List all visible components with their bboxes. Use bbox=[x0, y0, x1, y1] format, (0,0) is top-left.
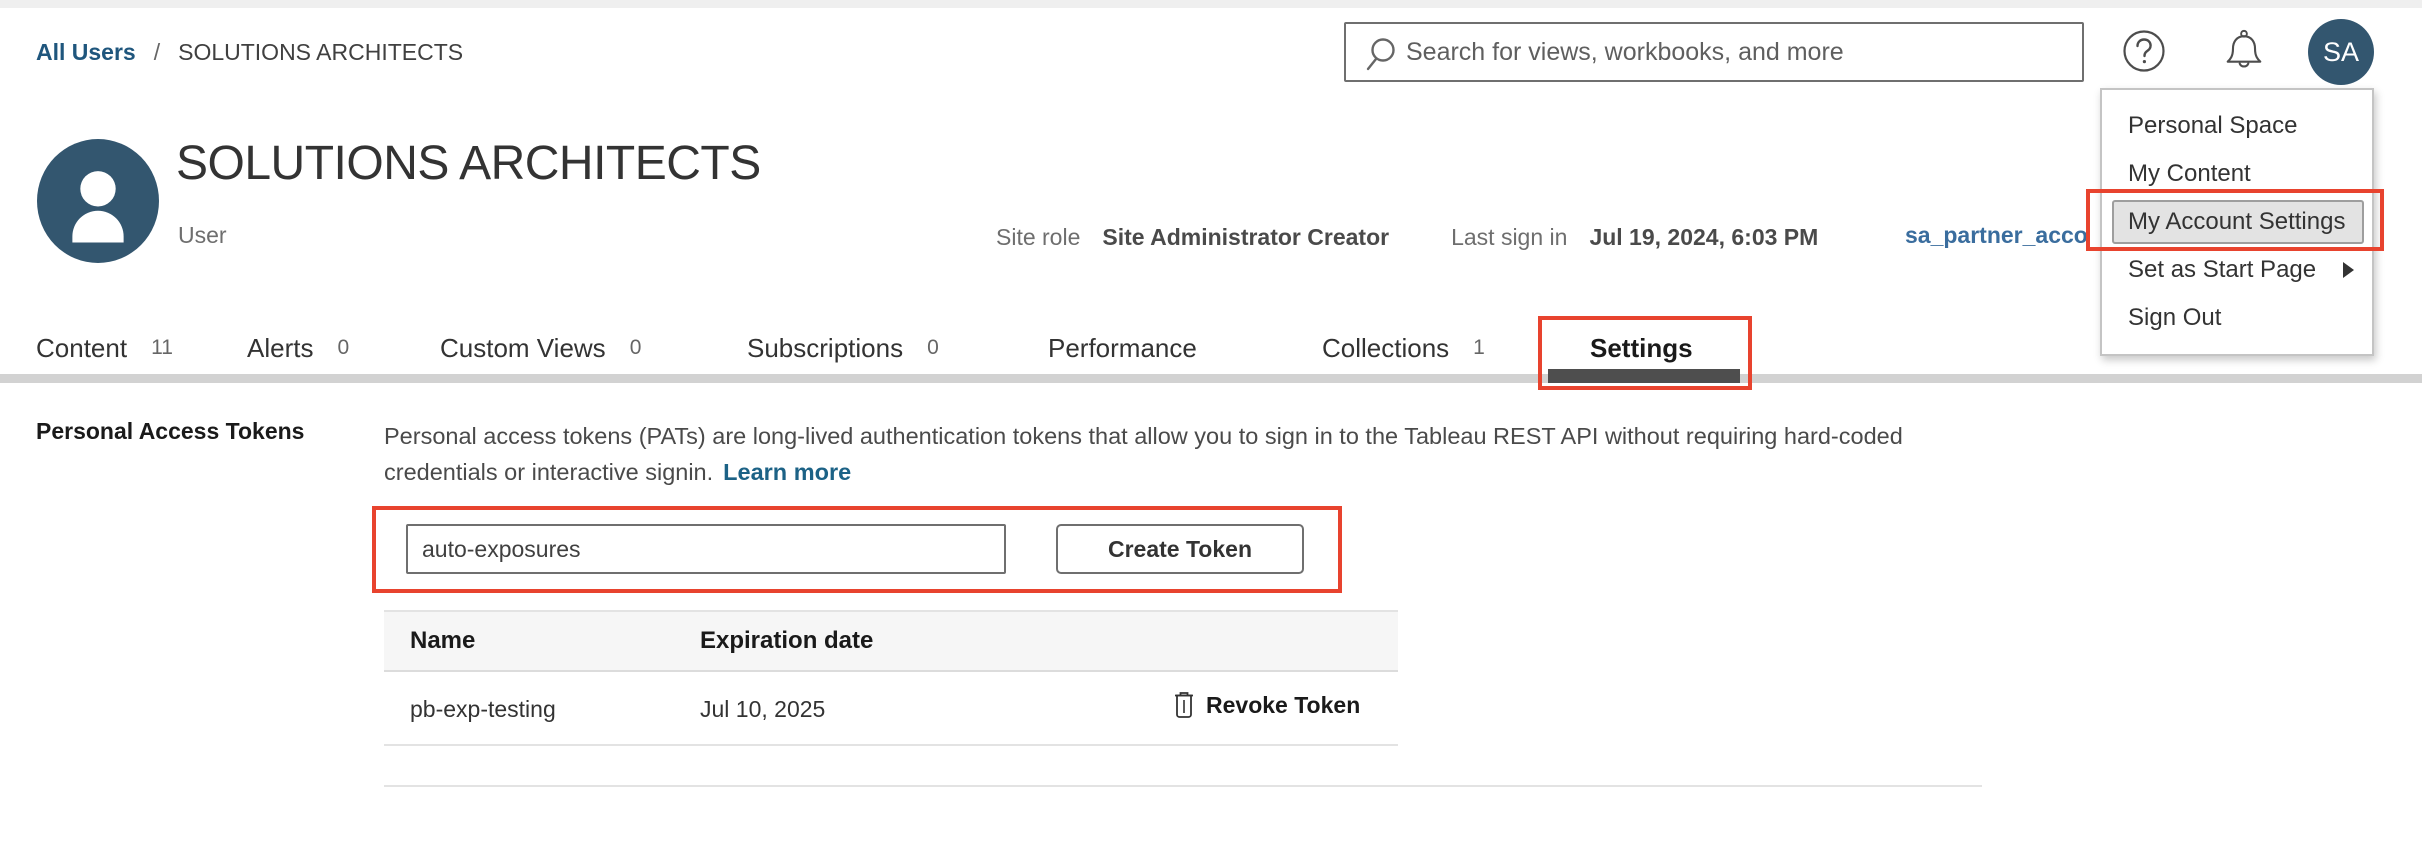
tab-alerts[interactable]: Alerts0 bbox=[247, 322, 349, 374]
column-header-name: Name bbox=[410, 627, 475, 655]
pat-description-line1: Personal access tokens (PATs) are long-l… bbox=[384, 418, 1903, 454]
menu-item-sign-out[interactable]: Sign Out bbox=[2102, 294, 2372, 342]
learn-more-link[interactable]: Learn more bbox=[723, 459, 851, 485]
menu-item-my-account-settings[interactable]: My Account Settings bbox=[2112, 200, 2364, 244]
menu-item-personal-space[interactable]: Personal Space bbox=[2102, 102, 2372, 150]
token-name-cell: pb-exp-testing bbox=[410, 696, 556, 723]
profile-avatar bbox=[37, 139, 159, 263]
tab-settings-active[interactable]: Settings bbox=[1590, 322, 1693, 374]
revoke-token-button[interactable]: Revoke Token bbox=[1172, 690, 1360, 720]
breadcrumb-all-users-link[interactable]: All Users bbox=[36, 39, 136, 66]
user-avatar-button[interactable]: SA bbox=[2308, 19, 2374, 85]
help-button[interactable] bbox=[2122, 29, 2166, 73]
page-title: SOLUTIONS ARCHITECTS bbox=[176, 136, 761, 191]
search-input[interactable] bbox=[1406, 24, 2076, 80]
pat-section-label: Personal Access Tokens bbox=[36, 418, 304, 445]
tokens-table: Name Expiration date pb-exp-testing Jul … bbox=[384, 610, 1398, 746]
tab-content[interactable]: Content11 bbox=[36, 322, 173, 374]
notifications-bell-icon[interactable] bbox=[2221, 28, 2267, 74]
tab-subscriptions-count: 0 bbox=[927, 336, 939, 360]
menu-item-set-as-start-page[interactable]: Set as Start Page bbox=[2102, 246, 2372, 294]
breadcrumb-separator: / bbox=[154, 39, 160, 66]
search-box[interactable] bbox=[1344, 22, 2084, 82]
breadcrumb-current-user: SOLUTIONS ARCHITECTS bbox=[178, 39, 463, 66]
site-role-value: Site Administrator Creator bbox=[1102, 224, 1389, 251]
tab-custom-views[interactable]: Custom Views0 bbox=[440, 322, 641, 374]
tab-collections[interactable]: Collections1 bbox=[1322, 322, 1485, 374]
table-row: pb-exp-testing Jul 10, 2025 Revoke Token bbox=[384, 672, 1398, 746]
trash-icon bbox=[1172, 690, 1196, 720]
token-name-input[interactable] bbox=[406, 524, 1006, 574]
window-top-edge bbox=[0, 0, 2422, 8]
tab-performance[interactable]: Performance bbox=[1048, 322, 1197, 374]
last-sign-in-value: Jul 19, 2024, 6:03 PM bbox=[1589, 224, 1818, 251]
account-name-link[interactable]: sa_partner_accou bbox=[1905, 222, 2090, 249]
last-sign-in-label: Last sign in bbox=[1451, 224, 1567, 251]
tab-custom-views-count: 0 bbox=[630, 336, 642, 360]
tableau-user-settings-page: All Users / SOLUTIONS ARCHITECTS SA bbox=[0, 0, 2422, 850]
pat-description: Personal access tokens (PATs) are long-l… bbox=[384, 418, 1903, 490]
submenu-arrow-icon bbox=[2343, 262, 2354, 278]
token-expiration-cell: Jul 10, 2025 bbox=[700, 696, 825, 723]
tab-content-count: 11 bbox=[151, 336, 173, 360]
create-token-button[interactable]: Create Token bbox=[1056, 524, 1304, 574]
menu-item-my-content[interactable]: My Content bbox=[2102, 150, 2372, 198]
profile-meta-row: Site role Site Administrator Creator Las… bbox=[996, 222, 1818, 252]
column-header-expiration: Expiration date bbox=[700, 627, 873, 655]
site-role-label: Site role bbox=[996, 224, 1080, 251]
tab-collections-count: 1 bbox=[1473, 336, 1485, 360]
search-icon bbox=[1362, 34, 1402, 79]
active-tab-indicator bbox=[1548, 369, 1740, 383]
tab-subscriptions[interactable]: Subscriptions0 bbox=[747, 322, 939, 374]
tokens-table-header: Name Expiration date bbox=[384, 610, 1398, 672]
avatar-initials: SA bbox=[2323, 37, 2359, 68]
tab-alerts-count: 0 bbox=[337, 336, 349, 360]
section-divider bbox=[384, 785, 1982, 787]
account-menu: Personal Space My Content My Account Set… bbox=[2100, 88, 2374, 356]
tab-bar-baseline bbox=[0, 374, 2422, 383]
pat-description-line2: credentials or interactive signin.Learn … bbox=[384, 454, 1903, 490]
profile-subtitle: User bbox=[178, 222, 227, 249]
breadcrumb: All Users / SOLUTIONS ARCHITECTS bbox=[36, 36, 463, 68]
